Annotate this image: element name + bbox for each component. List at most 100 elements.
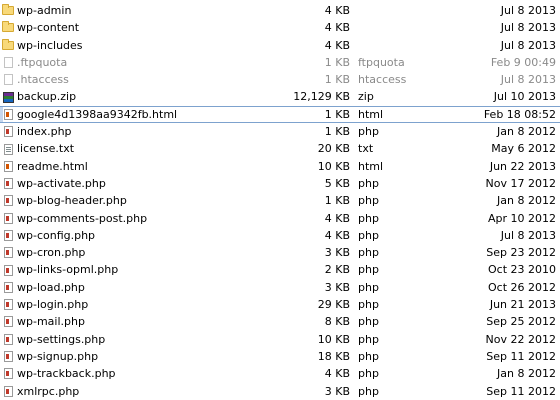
file-type: php xyxy=(358,349,379,363)
file-row[interactable]: readme.html 10 KB html Jun 22 2013 xyxy=(0,158,560,175)
file-name: .ftpquota xyxy=(17,55,68,69)
file-date: Apr 10 2012 xyxy=(487,211,556,225)
file-size: 12,129 KB xyxy=(293,90,350,104)
file-row[interactable]: index.php 1 KB php Jan 8 2012 xyxy=(0,123,560,140)
file-date: Feb 18 08:52 xyxy=(483,107,556,121)
file-date: Jun 22 2013 xyxy=(489,159,556,173)
file-name: wp-cron.php xyxy=(17,246,86,260)
file-row[interactable]: .ftpquota 1 KB ftpquota Feb 9 00:49 xyxy=(0,54,560,71)
file-row[interactable]: wp-activate.php 5 KB php Nov 17 2012 xyxy=(0,175,560,192)
file-size: 3 KB xyxy=(324,246,350,260)
php-file-icon xyxy=(2,331,14,348)
file-row[interactable]: wp-load.php 3 KB php Oct 26 2012 xyxy=(0,279,560,296)
file-date: Jan 8 2012 xyxy=(497,194,556,208)
text-file-icon-shape xyxy=(3,143,13,155)
file-name: index.php xyxy=(17,125,72,139)
file-size: 1 KB xyxy=(324,55,350,69)
file-type: php xyxy=(358,263,379,277)
file-name: wp-load.php xyxy=(17,280,85,294)
file-row[interactable]: wp-login.php 29 KB php Jun 21 2013 xyxy=(0,296,560,313)
file-name: wp-content xyxy=(17,21,80,35)
file-type: php xyxy=(358,367,379,381)
php-file-icon-shape xyxy=(3,316,13,328)
php-file-icon-shape xyxy=(3,178,13,190)
file-size: 2 KB xyxy=(324,263,350,277)
file-type: ftpquota xyxy=(358,55,405,69)
file-size: 4 KB xyxy=(324,228,350,242)
php-file-icon xyxy=(2,313,14,330)
php-file-icon xyxy=(2,261,14,278)
file-row[interactable]: wp-blog-header.php 1 KB php Jan 8 2012 xyxy=(0,192,560,209)
file-name: wp-login.php xyxy=(17,298,89,312)
php-file-icon xyxy=(2,348,14,365)
file-date: Feb 9 00:49 xyxy=(490,55,556,69)
php-file-icon xyxy=(2,365,14,382)
file-row[interactable]: wp-includes 4 KB Jul 8 2013 xyxy=(0,37,560,54)
file-size: 4 KB xyxy=(324,38,350,52)
file-row[interactable]: wp-config.php 4 KB php Jul 8 2013 xyxy=(0,227,560,244)
file-date: Jan 8 2012 xyxy=(497,367,556,381)
file-size: 3 KB xyxy=(324,384,350,398)
file-type: php xyxy=(358,332,379,346)
file-size: 20 KB xyxy=(317,142,350,156)
document-icon xyxy=(2,71,14,88)
file-date: Nov 22 2012 xyxy=(485,332,556,346)
file-row[interactable]: wp-settings.php 10 KB php Nov 22 2012 xyxy=(0,331,560,348)
file-size: 1 KB xyxy=(324,107,350,121)
php-file-icon-shape xyxy=(3,264,13,276)
file-row[interactable]: license.txt 20 KB txt May 6 2012 xyxy=(0,140,560,157)
php-file-icon xyxy=(2,175,14,192)
file-row[interactable]: google4d1398aa9342fb.html 1 KB html Feb … xyxy=(0,105,560,124)
file-name: readme.html xyxy=(17,159,88,173)
file-list: wp-admin 4 KB Jul 8 2013 wp-content 4 KB… xyxy=(0,2,560,400)
file-row[interactable]: wp-mail.php 8 KB php Sep 25 2012 xyxy=(0,313,560,330)
file-name: wp-blog-header.php xyxy=(17,194,127,208)
file-size: 5 KB xyxy=(324,176,350,190)
file-row[interactable]: wp-links-opml.php 2 KB php Oct 23 2010 xyxy=(0,261,560,278)
file-date: Sep 11 2012 xyxy=(486,384,556,398)
file-type: php xyxy=(358,125,379,139)
file-row[interactable]: wp-trackback.php 4 KB php Jan 8 2012 xyxy=(0,365,560,382)
folder-icon-shape xyxy=(2,38,14,50)
document-icon xyxy=(2,54,14,71)
php-file-icon-shape xyxy=(3,368,13,380)
file-row[interactable]: wp-cron.php 3 KB php Sep 23 2012 xyxy=(0,244,560,261)
file-date: May 6 2012 xyxy=(491,142,556,156)
file-date: Jul 10 2013 xyxy=(493,90,556,104)
file-type: php xyxy=(358,194,379,208)
file-name: wp-settings.php xyxy=(17,332,106,346)
html-file-icon-shape xyxy=(3,160,13,172)
file-date: Oct 23 2010 xyxy=(487,263,556,277)
file-type: php xyxy=(358,280,379,294)
file-size: 4 KB xyxy=(324,4,350,17)
php-file-icon xyxy=(2,123,14,140)
file-row[interactable]: wp-content 4 KB Jul 8 2013 xyxy=(0,19,560,36)
file-size: 1 KB xyxy=(324,125,350,139)
file-size: 1 KB xyxy=(324,194,350,208)
file-type: php xyxy=(358,315,379,329)
file-row[interactable]: .htaccess 1 KB htaccess Jul 8 2013 xyxy=(0,71,560,88)
file-size: 10 KB xyxy=(317,159,350,173)
file-row[interactable]: wp-admin 4 KB Jul 8 2013 xyxy=(0,2,560,19)
file-name: license.txt xyxy=(17,142,75,156)
file-date: Sep 11 2012 xyxy=(486,349,556,363)
html-file-icon-shape xyxy=(3,108,13,120)
file-date: Jul 8 2013 xyxy=(500,4,556,17)
php-file-icon-shape xyxy=(3,230,13,241)
file-date: Sep 25 2012 xyxy=(486,315,556,329)
php-file-icon xyxy=(2,244,14,261)
file-row[interactable]: backup.zip 12,129 KB zip Jul 10 2013 xyxy=(0,88,560,105)
php-file-icon-shape xyxy=(3,195,13,207)
folder-icon xyxy=(2,37,14,54)
file-name: wp-includes xyxy=(17,38,83,52)
file-row[interactable]: xmlrpc.php 3 KB php Sep 11 2012 xyxy=(0,383,560,400)
file-type: php xyxy=(358,246,379,260)
file-row[interactable]: wp-comments-post.php 4 KB php Apr 10 201… xyxy=(0,210,560,227)
file-size: 29 KB xyxy=(317,298,350,312)
file-row[interactable]: wp-signup.php 18 KB php Sep 11 2012 xyxy=(0,348,560,365)
file-type: php xyxy=(358,298,379,312)
file-size: 4 KB xyxy=(324,211,350,225)
php-file-icon-shape xyxy=(3,333,13,345)
file-date: Jul 8 2013 xyxy=(500,73,556,87)
php-file-icon-shape xyxy=(3,351,13,363)
